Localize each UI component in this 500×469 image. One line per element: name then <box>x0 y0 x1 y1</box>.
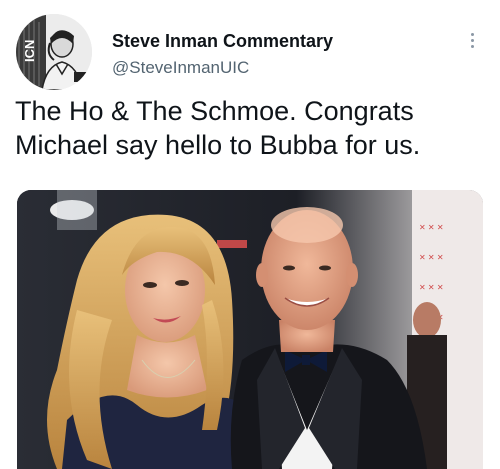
more-dots-icon-dot <box>470 44 474 48</box>
svg-text:✕ ✕ ✕: ✕ ✕ ✕ <box>419 223 444 232</box>
display-name[interactable]: Steve Inman Commentary <box>112 30 333 52</box>
tweet-photo[interactable]: ✕ ✕ ✕✕ ✕ ✕ ✕ ✕ ✕✕ ✕ ✕ ✕ ✕ ✕ <box>17 190 483 469</box>
more-options-button[interactable] <box>460 26 484 54</box>
user-handle[interactable]: @SteveInmanUIC <box>112 57 249 79</box>
svg-text:✕ ✕ ✕: ✕ ✕ ✕ <box>419 253 444 262</box>
svg-text:✕ ✕ ✕: ✕ ✕ ✕ <box>419 283 444 292</box>
tweet-card: ICN Steve Inman Commentary @SteveInmanUI… <box>0 0 500 469</box>
more-dots-icon-dot <box>470 38 474 42</box>
tweet-text: The Ho & The Schmoe. Congrats Michael sa… <box>15 96 421 160</box>
cartoon-portrait-avatar-icon: ICN <box>16 14 92 90</box>
more-dots-icon <box>470 32 474 36</box>
avatar[interactable]: ICN <box>16 14 92 90</box>
svg-text:ICN: ICN <box>22 40 37 62</box>
red-carpet-photo-icon: ✕ ✕ ✕✕ ✕ ✕ ✕ ✕ ✕✕ ✕ ✕ ✕ ✕ ✕ <box>17 190 483 469</box>
